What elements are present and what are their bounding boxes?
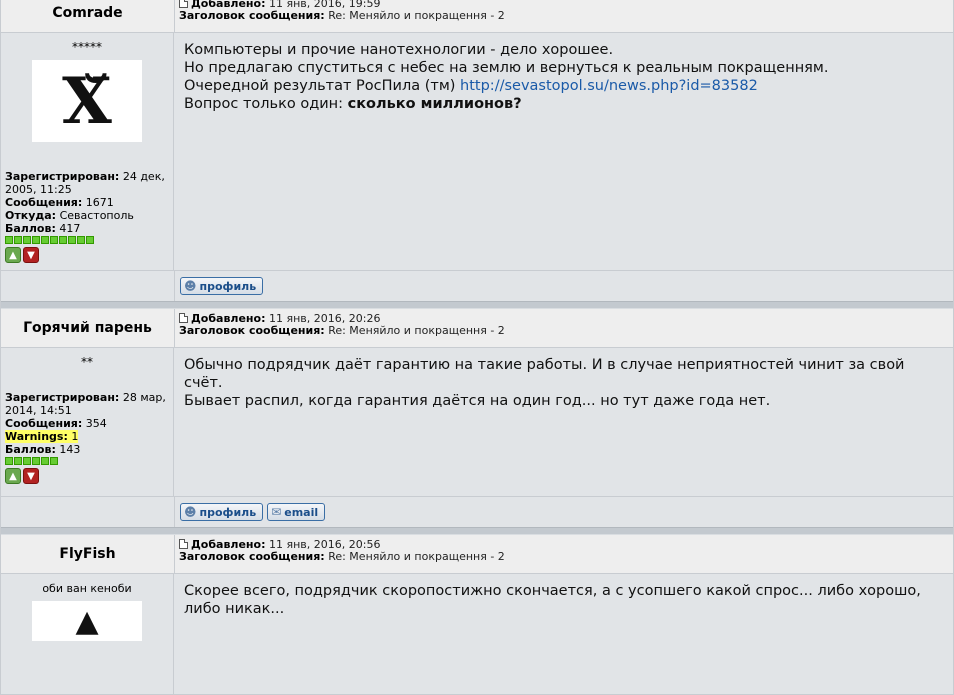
profile-button[interactable]: ☻ профиль	[180, 503, 264, 521]
avatar-image-icon: ▲	[75, 603, 99, 639]
from-value: Севастополь	[59, 209, 134, 222]
reputation-pip	[50, 457, 58, 465]
post-icon[interactable]	[179, 539, 188, 549]
warnings-label: Warnings:	[5, 430, 68, 443]
post: FlyFish Добавлено: 11 янв, 2016, 20:56 З…	[1, 535, 953, 695]
author-name[interactable]: Comrade	[1, 0, 175, 32]
posts-label: Сообщения:	[5, 417, 83, 430]
avatar: Х̆	[32, 60, 142, 142]
profile-button[interactable]: ☻ профиль	[180, 277, 264, 295]
message-line: либо никак...	[184, 601, 285, 617]
message-bold: сколько миллионов?	[347, 96, 522, 112]
post-header: FlyFish Добавлено: 11 янв, 2016, 20:56 З…	[1, 535, 953, 574]
author-panel: оби ван кеноби ▲	[1, 574, 174, 694]
post-separator	[1, 527, 953, 535]
reputation-pip	[41, 457, 49, 465]
post-icon[interactable]	[179, 313, 188, 323]
post-body: ** Зарегистрирован: 28 мар, 2014, 14:51 …	[1, 348, 953, 497]
author-panel: ** Зарегистрирован: 28 мар, 2014, 14:51 …	[1, 348, 174, 496]
thumbs-up-icon[interactable]: ▲	[5, 468, 21, 484]
user-icon: ☻	[184, 279, 197, 293]
subject-label: Заголовок сообщения:	[179, 550, 325, 563]
registered-label: Зарегистрирован:	[5, 170, 120, 183]
forum-thread: Comrade Добавлено: 11 янв, 2016, 19:59 З…	[0, 0, 954, 695]
post-header: Горячий парень Добавлено: 11 янв, 2016, …	[1, 309, 953, 348]
posts-label: Сообщения:	[5, 196, 83, 209]
author-panel: ***** Х̆ Зарегистрирован: 24 дек, 2005, …	[1, 33, 174, 270]
message-line: Очередной результат РосПила (тм)	[184, 78, 461, 94]
post-subject: Re: Меняйло и покращення - 2	[328, 550, 505, 563]
subject-label: Заголовок сообщения:	[179, 9, 325, 22]
message-line: Бывает распил, когда гарантия даётся на …	[184, 393, 771, 409]
post-footer: ☻ профиль ✉ email	[1, 497, 953, 527]
thumbs-down-icon[interactable]: ▼	[23, 247, 39, 263]
from-label: Откуда:	[5, 209, 57, 222]
posts-value: 1671	[85, 196, 114, 209]
message-line: Скорее всего, подрядчик скоропостижно ск…	[184, 583, 921, 599]
post-icon[interactable]	[179, 0, 188, 8]
message-link[interactable]: http://sevastopol.su/news.php?id=83582	[460, 78, 758, 94]
posts-value: 354	[85, 417, 107, 430]
reputation-pip	[5, 457, 13, 465]
reputation-pip	[14, 236, 22, 244]
reputation-pip	[14, 457, 22, 465]
thumbs-down-icon[interactable]: ▼	[23, 468, 39, 484]
reputation-pip	[50, 236, 58, 244]
author-info: Зарегистрирован: 24 дек, 2005, 11:25 Соо…	[5, 170, 169, 263]
post-body: оби ван кеноби ▲ Скорее всего, подрядчик…	[1, 574, 953, 695]
post-message: Скорее всего, подрядчик скоропостижно ск…	[174, 574, 953, 694]
post-meta: Добавлено: 11 янв, 2016, 19:59 Заголовок…	[175, 0, 953, 32]
reputation-pips	[5, 236, 169, 244]
post: Comrade Добавлено: 11 янв, 2016, 19:59 З…	[1, 0, 953, 301]
avatar: ▲	[32, 601, 142, 641]
author-rank: оби ван кеноби	[42, 582, 132, 595]
post-message: Компьютеры и прочие нанотехнологии - дел…	[174, 33, 953, 270]
subject-label: Заголовок сообщения:	[179, 324, 325, 337]
post-meta: Добавлено: 11 янв, 2016, 20:56 Заголовок…	[175, 535, 953, 573]
post-message: Обычно подрядчик даёт гарантию на такие …	[174, 348, 953, 496]
points-label: Баллов:	[5, 443, 56, 456]
message-line: Вопрос только один:	[184, 96, 348, 112]
reputation-pip	[68, 236, 76, 244]
author-rank: *****	[72, 40, 102, 54]
points-label: Баллов:	[5, 222, 56, 235]
envelope-icon: ✉	[271, 505, 282, 519]
post: Горячий парень Добавлено: 11 янв, 2016, …	[1, 309, 953, 527]
reputation-pip	[5, 236, 13, 244]
points-value: 417	[59, 222, 81, 235]
reputation-pips	[5, 457, 169, 465]
reputation-pip	[23, 457, 31, 465]
thumbs-up-icon[interactable]: ▲	[5, 247, 21, 263]
message-line: Компьютеры и прочие нанотехнологии - дел…	[184, 42, 614, 58]
author-info: Зарегистрирован: 28 мар, 2014, 14:51 Соо…	[5, 391, 169, 484]
reputation-pip	[23, 236, 31, 244]
reputation-pip	[77, 236, 85, 244]
user-icon: ☻	[184, 505, 197, 519]
reputation-pip	[86, 236, 94, 244]
post-meta: Добавлено: 11 янв, 2016, 20:26 Заголовок…	[175, 309, 953, 347]
message-line: Обычно подрядчик даёт гарантию на такие …	[184, 357, 905, 391]
reputation-pip	[41, 236, 49, 244]
email-button[interactable]: ✉ email	[267, 503, 326, 521]
post-footer: ☻ профиль	[1, 271, 953, 301]
post-subject: Re: Меняйло и покращення - 2	[328, 324, 505, 337]
post-separator	[1, 301, 953, 309]
registered-label: Зарегистрирован:	[5, 391, 120, 404]
post-subject: Re: Меняйло и покращення - 2	[328, 9, 505, 22]
reputation-pip	[59, 236, 67, 244]
reputation-pip	[32, 457, 40, 465]
author-name[interactable]: FlyFish	[1, 535, 175, 573]
post-body: ***** Х̆ Зарегистрирован: 24 дек, 2005, …	[1, 33, 953, 271]
message-line: Но предлагаю спуститься с небес на землю…	[184, 60, 829, 76]
warnings-value: 1	[71, 430, 79, 443]
points-value: 143	[59, 443, 81, 456]
author-rank: **	[81, 355, 93, 369]
post-header: Comrade Добавлено: 11 янв, 2016, 19:59 З…	[1, 0, 953, 33]
reputation-pip	[32, 236, 40, 244]
author-name[interactable]: Горячий парень	[1, 309, 175, 347]
